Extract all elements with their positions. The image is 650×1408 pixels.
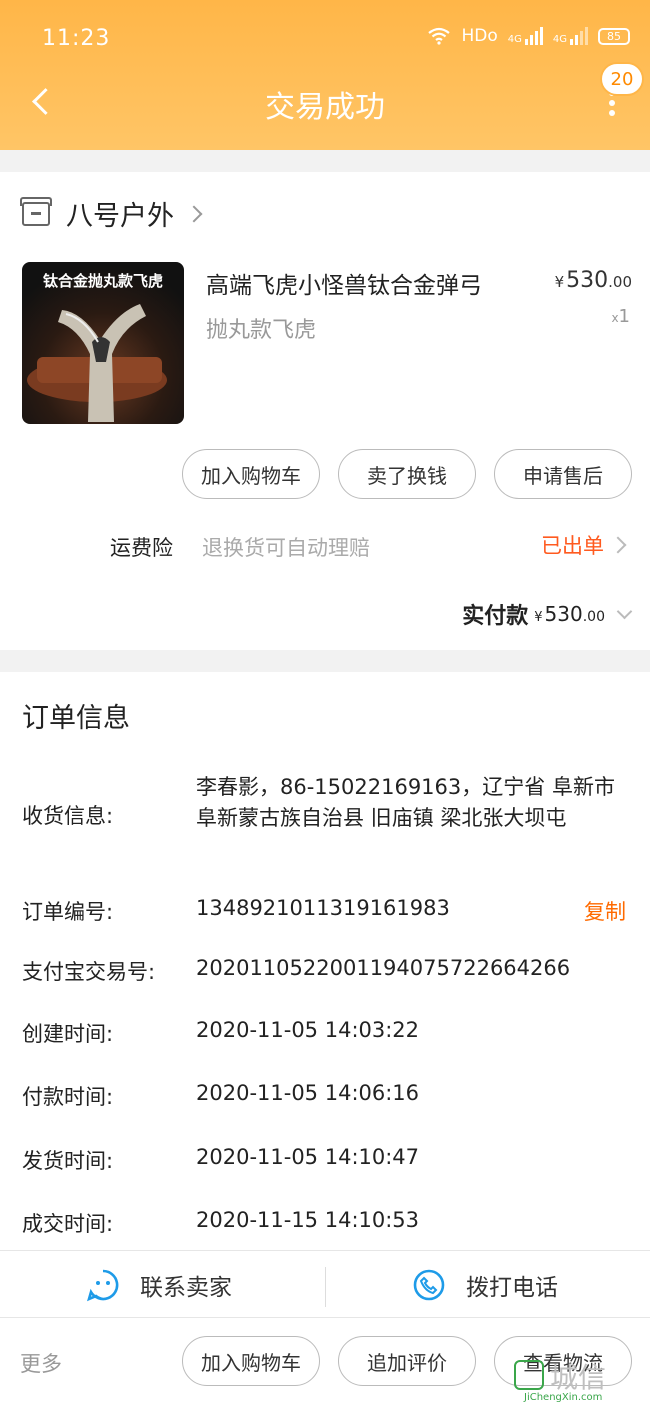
product-image-caption: 钛合金抛丸款飞虎 xyxy=(42,272,163,290)
price-int: 530 xyxy=(566,268,609,293)
amount-int: 530 xyxy=(544,602,583,626)
qty-value: 1 xyxy=(618,306,630,327)
currency-symbol: ¥ xyxy=(554,273,565,291)
shipped-time-label: 发货时间: xyxy=(22,1149,114,1173)
qty-prefix: x xyxy=(611,311,619,325)
sig1-label: 4G xyxy=(507,34,522,45)
watermark-logo: 城信 JiChengXin.com xyxy=(514,1356,646,1406)
bottom-add-to-cart-button[interactable]: 加入购物车 xyxy=(182,1336,320,1386)
paid-label: 实付款 xyxy=(462,604,529,629)
chevron-down-icon xyxy=(616,603,633,619)
watermark-sub: JiChengXin.com xyxy=(524,1392,603,1403)
add-to-cart-button[interactable]: 加入购物车 xyxy=(182,449,320,499)
divider xyxy=(325,1267,326,1307)
alipay-trade-label: 支付宝交易号: xyxy=(22,960,156,984)
insurance-desc: 退换货可自动理赔 xyxy=(202,536,370,560)
chevron-right-icon xyxy=(185,205,203,222)
currency-symbol: ¥ xyxy=(534,610,543,625)
sig2-label: 4G xyxy=(552,34,567,45)
alipay-trade-value: 2020110522001194075722664266 xyxy=(196,956,571,980)
store-link[interactable]: 八号户外 xyxy=(20,194,203,233)
watermark-box-icon xyxy=(514,1360,544,1390)
call-phone-button[interactable]: 拨打电话 xyxy=(412,1251,558,1319)
more-link[interactable]: 更多 xyxy=(20,1348,62,1378)
amount-dec: .00 xyxy=(582,609,605,625)
paid-time-label: 付款时间: xyxy=(22,1085,114,1109)
contact-seller-button[interactable]: 联系卖家 xyxy=(86,1251,232,1319)
signal-icon: 4G xyxy=(508,27,543,45)
product-spec: 抛丸款飞虎 xyxy=(206,318,317,343)
order-number-value: 1348921011319161983 xyxy=(196,896,450,920)
signal-icon-2: 4G xyxy=(553,27,588,45)
product-price: ¥530.00 xyxy=(555,268,632,293)
store-name: 八号户外 xyxy=(66,201,174,232)
paid-amount-row[interactable]: 实付款 ¥530.00 xyxy=(462,598,633,630)
insurance-status: 已出单 xyxy=(541,534,604,558)
header-bar: 11:23 HDo 4G 4G 85 交易成功 20 xyxy=(0,0,650,150)
chevron-right-icon xyxy=(609,536,627,554)
product-title[interactable]: 高端飞虎小怪兽钛合金弹弓 xyxy=(206,266,482,300)
phone-icon xyxy=(413,1269,445,1301)
shipped-time-value: 2020-11-05 14:10:47 xyxy=(196,1145,420,1169)
page-title: 交易成功 xyxy=(265,90,385,125)
product-quantity: x1 xyxy=(611,306,630,327)
wifi-icon xyxy=(428,27,451,45)
battery-icon: 85 xyxy=(598,27,630,45)
status-icons: HDo 4G 4G 85 xyxy=(427,26,630,46)
status-time: 11:23 xyxy=(42,26,111,51)
network-label: HDo xyxy=(461,26,498,46)
completed-time-value: 2020-11-15 14:10:53 xyxy=(196,1208,420,1232)
shipping-info-label: 收货信息: xyxy=(22,804,114,828)
after-sale-button[interactable]: 申请售后 xyxy=(494,449,632,499)
created-time-label: 创建时间: xyxy=(22,1022,114,1046)
store-icon xyxy=(20,196,52,226)
insurance-label: 运费险 xyxy=(110,536,173,560)
message-badge[interactable]: 20 xyxy=(600,62,644,96)
shipping-info-value: 李春影，86-15022169163，辽宁省 阜新市 阜新蒙古族自治县 旧庙镇 … xyxy=(196,775,615,830)
contact-seller-label: 联系卖家 xyxy=(140,1275,232,1301)
chat-bubble-icon xyxy=(86,1269,119,1302)
order-item-card: 八号户外 钛合金抛丸款飞虎 高端飞虎小怪兽钛合金弹弓 抛丸款飞虎 ¥530.00… xyxy=(0,172,650,650)
created-time-value: 2020-11-05 14:03:22 xyxy=(196,1018,420,1042)
completed-time-label: 成交时间: xyxy=(22,1212,114,1236)
order-info-card: 订单信息 收货信息: 李春影，86-15022169163，辽宁省 阜新市 阜新… xyxy=(0,672,650,1250)
contact-bar: 联系卖家 拨打电话 xyxy=(0,1250,650,1318)
price-dec: .00 xyxy=(608,273,632,291)
copy-button[interactable]: 复制 xyxy=(584,896,626,926)
order-info-title: 订单信息 xyxy=(22,703,130,734)
call-phone-label: 拨打电话 xyxy=(466,1275,558,1301)
sell-button[interactable]: 卖了换钱 xyxy=(338,449,476,499)
add-review-button[interactable]: 追加评价 xyxy=(338,1336,476,1386)
paid-amount: ¥530.00 xyxy=(534,602,605,626)
paid-time-value: 2020-11-05 14:06:16 xyxy=(196,1081,420,1105)
watermark-main: 城信 xyxy=(550,1361,607,1394)
product-image[interactable]: 钛合金抛丸款飞虎 xyxy=(22,262,184,424)
order-number-label: 订单编号: xyxy=(22,900,114,924)
insurance-status-link[interactable]: 已出单 xyxy=(541,530,627,560)
